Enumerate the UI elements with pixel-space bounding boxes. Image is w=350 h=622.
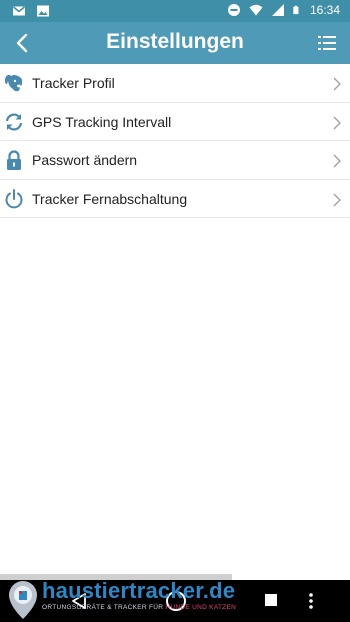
- gmail-icon: [12, 6, 26, 16]
- page-title: Einstellungen: [106, 30, 244, 53]
- signal-icon: [271, 4, 284, 16]
- status-bar: 16:34: [0, 0, 350, 22]
- power-icon: [5, 188, 23, 208]
- wifi-icon: [249, 4, 263, 16]
- nav-home-icon[interactable]: [166, 591, 186, 611]
- chevron-right-icon: [333, 154, 341, 168]
- settings-item-tracker-profile[interactable]: Tracker Profil: [0, 64, 350, 103]
- app-bar: Einstellungen: [0, 22, 350, 64]
- settings-item-change-password[interactable]: Passwort ändern: [0, 141, 350, 180]
- refresh-icon: [5, 112, 23, 131]
- dog-head-icon: [5, 74, 23, 92]
- settings-list: Tracker Profil GPS Tracking Intervall Pa…: [0, 64, 350, 218]
- settings-item-label: Tracker Fernabschaltung: [32, 190, 188, 207]
- chevron-right-icon: [333, 116, 341, 129]
- lock-icon: [7, 150, 21, 170]
- nav-back-icon[interactable]: [70, 592, 88, 610]
- do-not-disturb-icon: [227, 4, 240, 16]
- chevron-right-icon: [333, 193, 341, 206]
- more-vert-icon[interactable]: [306, 592, 316, 610]
- nav-recents-icon[interactable]: [265, 594, 277, 606]
- system-nav-bar: [0, 580, 350, 622]
- status-bar-left: [12, 4, 50, 18]
- battery-icon: [293, 5, 299, 15]
- status-bar-right: 16:34: [227, 3, 340, 17]
- list-menu-icon[interactable]: [316, 32, 338, 54]
- settings-item-label: Passwort ändern: [32, 152, 138, 168]
- gallery-icon: [37, 5, 49, 17]
- settings-item-remote-shutdown[interactable]: Tracker Fernabschaltung: [0, 179, 350, 218]
- chevron-right-icon: [333, 77, 341, 91]
- settings-item-label: Tracker Profil: [32, 75, 115, 91]
- settings-item-gps-interval[interactable]: GPS Tracking Intervall: [0, 102, 350, 141]
- status-time: 16:34: [309, 3, 340, 17]
- settings-item-label: GPS Tracking Intervall: [32, 113, 172, 130]
